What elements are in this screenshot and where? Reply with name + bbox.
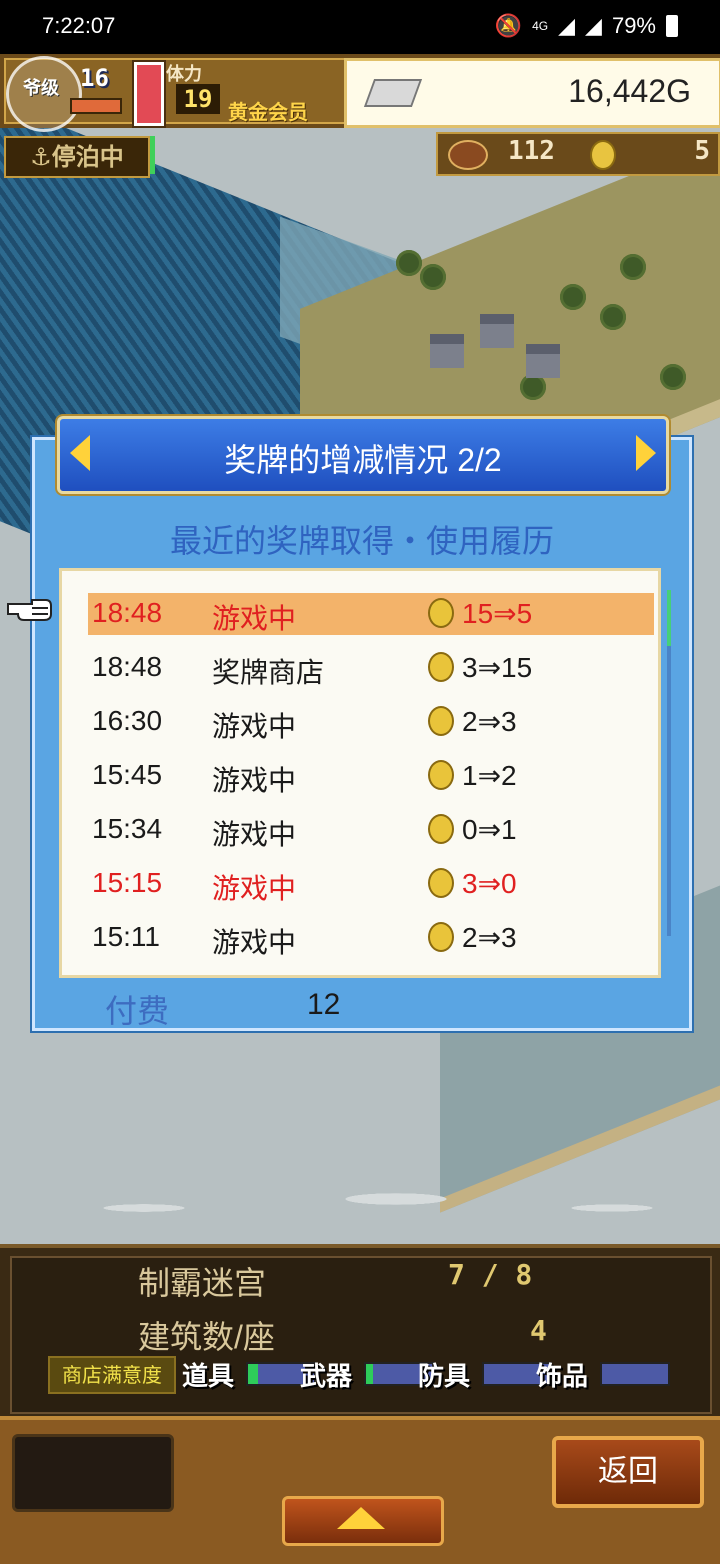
- row-source: 游戏中: [212, 711, 297, 742]
- up-arrow-icon: [337, 1507, 385, 1529]
- clouds: [0, 1154, 720, 1244]
- town-buildings[interactable]: [430, 304, 560, 384]
- stamina-label: 体力: [166, 64, 202, 85]
- row-change: 0⇒1: [462, 814, 517, 845]
- medal-icon: [428, 922, 454, 952]
- row-change: 3⇒0: [462, 868, 517, 899]
- row-change: 2⇒3: [462, 706, 517, 737]
- food-icon: [448, 140, 488, 170]
- resource-bar: 112 5: [436, 132, 720, 176]
- dungeon-label: 制霸迷宫: [138, 1265, 267, 1301]
- fee-label: 付费: [105, 993, 170, 1029]
- row-source: 奖牌商店: [212, 657, 325, 688]
- row-time: 16:30: [92, 705, 163, 736]
- satisfaction-accessory-bar: [600, 1362, 670, 1386]
- membership-label: 黄金会员: [228, 100, 308, 124]
- satisfaction-weapon-label: 武器: [300, 1362, 353, 1392]
- medal-count: 5: [694, 136, 710, 166]
- experience-bar: [70, 98, 122, 114]
- expand-menu-button[interactable]: [282, 1496, 444, 1546]
- satisfaction-accessory-label: 饰品: [536, 1362, 589, 1392]
- stamina-value: 19: [176, 84, 220, 114]
- medal-icon: [428, 706, 454, 736]
- shop-satisfaction-label: 商店满意度: [48, 1356, 176, 1394]
- medal-icon: [590, 140, 616, 170]
- row-time: 15:45: [92, 759, 163, 790]
- fee-value: 12: [307, 988, 341, 1021]
- history-list[interactable]: 18:48 游戏中 15⇒5 18:48 奖牌商店 3⇒15 16:30 游戏中…: [59, 568, 661, 978]
- stamina-gauge: [134, 62, 164, 126]
- gold-bar-icon: [363, 79, 423, 107]
- dialog-subtitle: 最近的奖牌取得・使用履历: [169, 523, 554, 559]
- network-label: 4G: [532, 19, 549, 33]
- list-scrollbar-thumb[interactable]: [667, 590, 671, 646]
- row-change: 2⇒3: [462, 922, 517, 953]
- dialog-title: 奖牌的增减情况 2/2: [224, 442, 502, 478]
- row-time: 15:34: [92, 813, 163, 844]
- empty-slot[interactable]: [12, 1434, 174, 1512]
- history-row[interactable]: 18:48 游戏中 15⇒5: [88, 593, 654, 635]
- docked-indicator: [150, 136, 155, 174]
- status-icons: 🔕 4G ◢ ◢ 79%: [495, 13, 678, 39]
- buildings-label: 建筑数/座: [138, 1319, 275, 1355]
- rank-label: 爷级: [23, 78, 59, 99]
- row-time: 18:48: [92, 597, 163, 628]
- row-time: 15:15: [92, 867, 163, 898]
- satisfaction-item-label: 道具: [182, 1362, 235, 1392]
- buildings-value: 4: [530, 1314, 547, 1347]
- row-time: 18:48: [92, 651, 163, 682]
- history-row[interactable]: 15:34 游戏中 0⇒1: [88, 809, 654, 851]
- row-source: 游戏中: [212, 765, 297, 796]
- status-bar: 7:22:07 🔕 4G ◢ ◢ 79%: [0, 0, 720, 54]
- medal-icon: [428, 652, 454, 682]
- gold-amount: 16,442G: [568, 73, 691, 109]
- row-source: 游戏中: [212, 603, 297, 634]
- medal-icon: [428, 814, 454, 844]
- row-source: 游戏中: [212, 873, 297, 904]
- history-row[interactable]: 15:45 游戏中 1⇒2: [88, 755, 654, 797]
- medal-history-dialog: 奖牌的增减情况 2/2 最近的奖牌取得・使用履历 18:48 游戏中 15⇒5 …: [32, 416, 692, 1031]
- history-row[interactable]: 18:48 奖牌商店 3⇒15: [88, 647, 654, 689]
- player-level: 16: [80, 64, 109, 92]
- next-page-arrow-icon[interactable]: [636, 435, 656, 471]
- back-button[interactable]: 返回: [552, 1436, 704, 1508]
- medal-icon: [428, 868, 454, 898]
- mute-icon: 🔕: [494, 13, 523, 38]
- dungeon-value: 7 / 8: [448, 1258, 533, 1291]
- status-time: 7:22:07: [42, 13, 116, 38]
- row-source: 游戏中: [212, 927, 297, 958]
- docked-label: 停泊中: [51, 143, 124, 171]
- row-time: 15:11: [92, 921, 160, 952]
- battery-icon: [666, 15, 678, 37]
- row-change: 3⇒15: [462, 652, 533, 683]
- row-change: 15⇒5: [462, 598, 533, 629]
- medal-icon: [428, 760, 454, 790]
- docked-status[interactable]: ⚓停泊中: [4, 136, 150, 178]
- signal-icon-2: ◢: [585, 13, 602, 38]
- history-row[interactable]: 15:11 游戏中 2⇒3: [88, 917, 654, 959]
- row-change: 1⇒2: [462, 760, 517, 791]
- history-row[interactable]: 15:15 游戏中 3⇒0: [88, 863, 654, 905]
- gold-display: 16,442G: [344, 58, 720, 128]
- medal-icon: [428, 598, 454, 628]
- pointing-hand-icon: [7, 599, 52, 621]
- satisfaction-armor-label: 防具: [418, 1362, 471, 1392]
- history-row[interactable]: 16:30 游戏中 2⇒3: [88, 701, 654, 743]
- battery-percent: 79%: [611, 13, 656, 38]
- food-count: 112: [508, 136, 555, 166]
- signal-icon: ◢: [558, 13, 576, 38]
- row-source: 游戏中: [212, 819, 297, 850]
- dialog-title-banner: 奖牌的增减情况 2/2: [57, 416, 669, 494]
